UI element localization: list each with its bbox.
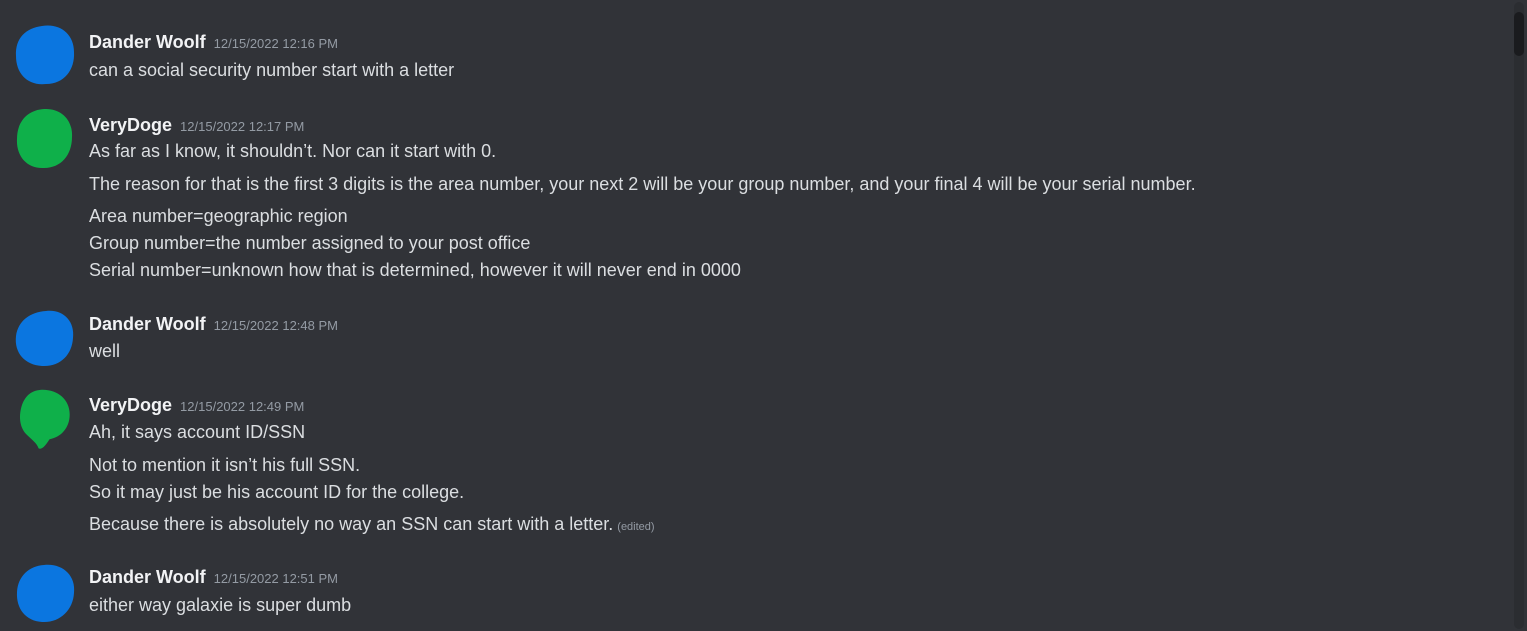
message-header: Dander Woolf 12/15/2022 12:51 PM — [89, 566, 338, 590]
author-name[interactable]: Dander Woolf — [89, 567, 206, 587]
message-text: Not to mention it isn’t his full SSN. — [89, 455, 361, 475]
avatar[interactable] — [14, 106, 76, 170]
edited-label: (edited) — [617, 521, 655, 533]
message-text: Ah, it says account ID/SSN — [89, 422, 306, 442]
message-header: Dander Woolf 12/15/2022 12:48 PM — [89, 313, 338, 337]
author-name[interactable]: Dander Woolf — [89, 314, 206, 334]
message-timestamp[interactable]: 12/15/2022 12:48 PM — [214, 318, 338, 333]
message-text: can a social security number start with … — [89, 60, 455, 80]
scrollbar-thumb[interactable] — [1514, 12, 1524, 56]
message-header: VeryDoge 12/15/2022 12:17 PM — [89, 114, 304, 138]
message-timestamp[interactable]: 12/15/2022 12:17 PM — [180, 119, 304, 134]
avatar[interactable] — [14, 561, 76, 625]
author-name[interactable]: Dander Woolf — [89, 32, 206, 52]
message-text: Area number=geographic region — [89, 206, 348, 226]
message-text-edited: Because there is absolutely no way an SS… — [89, 512, 655, 539]
message-text: The reason for that is the first 3 digit… — [89, 174, 1196, 194]
avatar[interactable] — [14, 388, 76, 452]
avatar[interactable] — [14, 22, 76, 86]
message-text: Serial number=unknown how that is determ… — [89, 260, 741, 280]
message-text: either way galaxie is super dumb — [89, 595, 352, 615]
message-text: Group number=the number assigned to your… — [89, 233, 531, 253]
message-header: Dander Woolf 12/15/2022 12:16 PM — [89, 31, 338, 55]
message-text: As far as I know, it shouldn’t. Nor can … — [89, 141, 497, 161]
author-name[interactable]: VeryDoge — [89, 395, 172, 415]
author-name[interactable]: VeryDoge — [89, 115, 172, 135]
avatar[interactable] — [14, 305, 76, 369]
scrollbar-track[interactable] — [1514, 2, 1524, 629]
message-timestamp[interactable]: 12/15/2022 12:51 PM — [214, 571, 338, 586]
message-header: VeryDoge 12/15/2022 12:49 PM — [89, 394, 304, 418]
message-timestamp[interactable]: 12/15/2022 12:49 PM — [180, 399, 304, 414]
message-text: Because there is absolutely no way an SS… — [89, 514, 614, 534]
message-text: So it may just be his account ID for the… — [89, 482, 465, 502]
message-timestamp[interactable]: 12/15/2022 12:16 PM — [214, 36, 338, 51]
message-text: well — [89, 341, 121, 361]
